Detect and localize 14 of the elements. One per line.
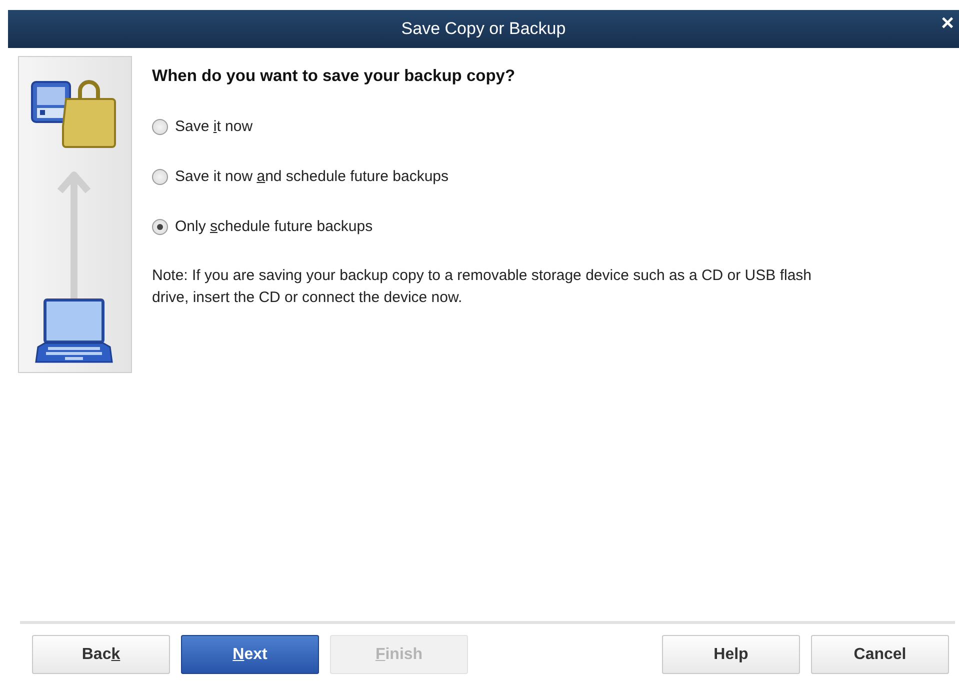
radio-button[interactable] (152, 118, 168, 135)
dialog-button[interactable]: Help (662, 635, 800, 674)
dialog-button[interactable]: Next (181, 635, 319, 674)
radio-button[interactable] (152, 218, 168, 235)
option-label[interactable]: Only schedule future backups (175, 216, 373, 238)
close-button[interactable]: × (938, 12, 957, 34)
option-label[interactable]: Save it now (175, 116, 253, 138)
question-heading: When do you want to save your backup copy? (152, 66, 516, 87)
window-title: Save Copy or Backup (401, 18, 566, 40)
option-label[interactable]: Save it now and schedule future backups (175, 166, 449, 188)
radio-button[interactable] (152, 168, 168, 185)
dialog-button[interactable]: Back (32, 635, 170, 674)
dialog-button[interactable]: Cancel (811, 635, 949, 674)
note-text: Note: If you are saving your backup copy to a removable storage device such as a CD or USB flash drive, insert the CD or connect the device now. (152, 266, 813, 308)
